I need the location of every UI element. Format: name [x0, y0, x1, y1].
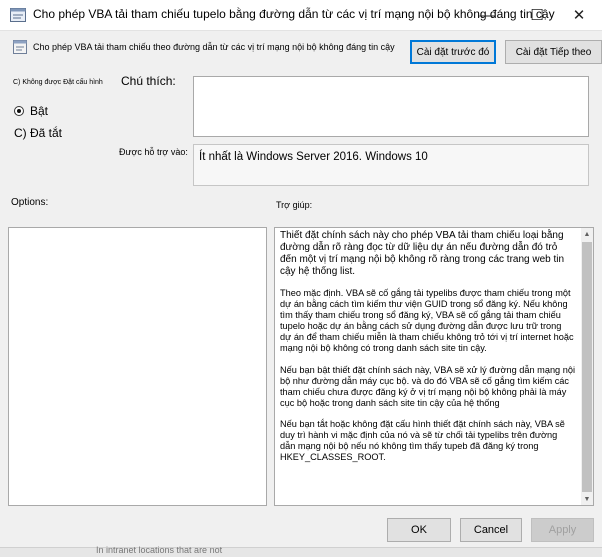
help-label: Trợ giúp: — [276, 200, 313, 210]
supported-on-value: Ít nhất là Windows Server 2016. Windows … — [199, 151, 428, 163]
help-paragraph: Theo mặc định. VBA sẽ cố gắng tải typeli… — [280, 288, 574, 354]
help-text: Thiết đặt chính sách này cho phép VBA tả… — [280, 230, 575, 473]
minimize-button[interactable]: — — [464, 0, 510, 30]
options-label: Options: — [11, 197, 49, 208]
help-scrollbar[interactable]: ▲ ▼ — [581, 228, 593, 505]
help-paragraph: Thiết đặt chính sách này cho phép VBA tả… — [280, 230, 565, 277]
help-paragraph: Nếu bạn bật thiết đặt chính sách này, VB… — [280, 364, 575, 408]
next-setting-button[interactable]: Cài đặt Tiếp theo — [505, 40, 602, 64]
supported-on-label: Được hỗ trợ vào: — [119, 147, 188, 157]
comment-label: Chú thích: — [121, 74, 176, 88]
not-configured-option[interactable]: C) Không được Đặt cấu hình — [13, 79, 103, 86]
previous-setting-button[interactable]: Cài đặt trước đó — [410, 40, 496, 64]
disabled-option[interactable]: C) Đã tắt — [14, 126, 62, 140]
scroll-up-icon[interactable]: ▲ — [581, 228, 593, 240]
scroll-down-icon[interactable]: ▼ — [581, 493, 593, 505]
background-text: In intranet locations that are not — [96, 545, 223, 555]
setting-name: Cho phép VBA tải tham chiếu theo đường d… — [33, 42, 395, 52]
enabled-option[interactable]: Bật — [14, 104, 48, 118]
enabled-radio[interactable] — [14, 106, 24, 116]
scroll-thumb[interactable] — [582, 242, 592, 492]
help-paragraph: Nếu bạn tắt hoặc không đặt cấu hình thiế… — [280, 418, 565, 463]
policy-icon — [10, 8, 26, 22]
maximize-button[interactable]: ☐ — [514, 0, 560, 30]
ok-button[interactable]: OK — [387, 518, 451, 542]
supported-on-field: Ít nhất là Windows Server 2016. Windows … — [193, 144, 589, 186]
setting-icon — [13, 40, 27, 54]
cancel-button[interactable]: Cancel — [460, 518, 522, 542]
apply-button: Apply — [531, 518, 594, 542]
title-bar: Cho phép VBA tải tham chiếu tupelo bằng … — [0, 0, 602, 31]
close-button[interactable]: ✕ — [556, 0, 602, 30]
enabled-label: Bật — [30, 104, 49, 118]
options-panel — [8, 227, 267, 506]
help-panel[interactable]: Thiết đặt chính sách này cho phép VBA tả… — [274, 227, 594, 506]
comment-textarea[interactable] — [193, 76, 589, 137]
